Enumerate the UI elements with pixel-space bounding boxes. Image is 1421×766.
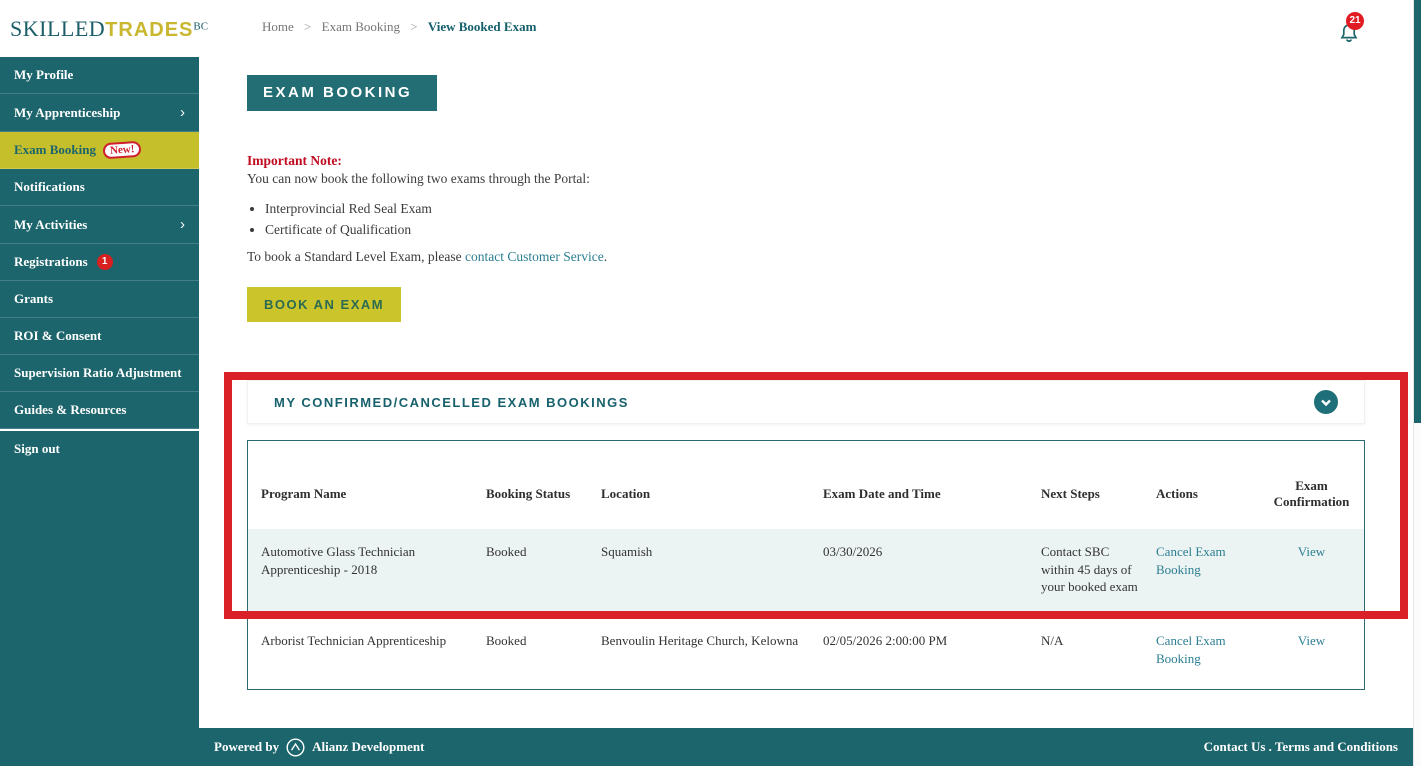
top-bar: SKILLEDTRADESBC Home > Exam Booking > Vi… [0, 0, 1413, 57]
main-content: EXAM BOOKING Important Note: You can now… [199, 57, 1413, 728]
column-header-actions: Actions [1156, 486, 1271, 502]
breadcrumb-separator: > [410, 19, 417, 34]
sidebar-item-roi-consent[interactable]: ROI & Consent [0, 318, 199, 355]
company-name: Alianz Development [312, 739, 424, 755]
scrollbar-thumb[interactable] [1414, 0, 1421, 423]
sidebar-item-notifications[interactable]: Notifications [0, 169, 199, 206]
new-badge: New! [102, 141, 141, 160]
page-title: EXAM BOOKING [247, 75, 437, 111]
exam-types-list: Interprovincial Red Seal Exam Certificat… [265, 201, 432, 243]
important-note-heading: Important Note: [247, 153, 342, 169]
sidebar-item-label: My Apprenticeship [14, 105, 120, 121]
cell-booking-status: Booked [486, 543, 601, 619]
cell-location: Benvoulin Heritage Church, Kelowna [601, 632, 823, 689]
cell-exam-date: 03/30/2026 [823, 543, 1041, 619]
sidebar-item-label: My Activities [14, 217, 87, 233]
sidebar-item-my-profile[interactable]: My Profile [0, 57, 199, 94]
vertical-scrollbar[interactable] [1413, 0, 1421, 766]
view-confirmation-link[interactable]: View [1298, 544, 1325, 559]
chevron-right-icon: › [180, 216, 185, 233]
column-header-exam-date: Exam Date and Time [823, 486, 1041, 502]
important-note-body: You can now book the following two exams… [247, 171, 590, 187]
breadcrumb-home[interactable]: Home [262, 19, 294, 34]
chevron-right-icon: › [180, 104, 185, 121]
cell-booking-status: Booked [486, 632, 601, 689]
view-confirmation-link[interactable]: View [1298, 633, 1325, 648]
sidebar-item-label: Supervision Ratio Adjustment [14, 365, 182, 381]
sidebar-item-my-activities[interactable]: My Activities › [0, 206, 199, 244]
sidebar-item-label: Sign out [14, 441, 60, 457]
powered-by: Powered by Alianz Development [214, 737, 424, 758]
cell-next-steps: Contact SBC within 45 days of your booke… [1041, 543, 1156, 619]
powered-by-label: Powered by [214, 739, 279, 755]
table-row: Arborist Technician Apprenticeship Booke… [248, 619, 1364, 689]
sidebar-item-my-apprenticeship[interactable]: My Apprenticeship › [0, 94, 199, 132]
cell-location: Squamish [601, 543, 823, 619]
registrations-count-badge: 1 [97, 254, 113, 270]
sidebar-item-grants[interactable]: Grants [0, 281, 199, 318]
brand-logo[interactable]: SKILLEDTRADESBC [10, 16, 208, 42]
standard-exam-period: . [604, 249, 607, 264]
collapse-toggle-button[interactable] [1314, 390, 1338, 414]
logo-bc: BC [193, 21, 208, 33]
breadcrumb-current: View Booked Exam [428, 19, 537, 34]
confirmed-bookings-accordion-header[interactable]: MY CONFIRMED/CANCELLED EXAM BOOKINGS [247, 380, 1365, 424]
logo-skilled: SKILLED [10, 16, 105, 41]
book-an-exam-button[interactable]: BOOK AN EXAM [247, 287, 401, 322]
list-item: Interprovincial Red Seal Exam [265, 201, 432, 217]
contact-customer-service-link[interactable]: contact Customer Service [465, 249, 604, 264]
sidebar-item-label: Grants [14, 291, 53, 307]
cell-program-name: Arborist Technician Apprenticeship [261, 632, 486, 689]
cell-next-steps: N/A [1041, 632, 1156, 689]
sidebar-item-label: Exam Booking [14, 142, 96, 158]
sidebar-item-sign-out[interactable]: Sign out [0, 429, 199, 467]
column-header-next-steps: Next Steps [1041, 486, 1156, 502]
sidebar-item-label: Registrations [14, 254, 88, 270]
list-item: Certificate of Qualification [265, 222, 432, 238]
breadcrumb-exam-booking[interactable]: Exam Booking [322, 19, 400, 34]
cancel-exam-booking-link[interactable]: Cancel Exam Booking [1156, 633, 1226, 666]
cell-exam-date: 02/05/2026 2:00:00 PM [823, 632, 1041, 689]
chevron-down-icon [1314, 390, 1338, 414]
sidebar-item-label: My Profile [14, 67, 73, 83]
breadcrumb: Home > Exam Booking > View Booked Exam [262, 19, 536, 35]
alianz-logo-icon [285, 737, 306, 758]
notifications-bell-button[interactable]: 21 [1337, 14, 1371, 50]
bookings-table: Program Name Booking Status Location Exa… [247, 440, 1365, 690]
column-header-location: Location [601, 486, 823, 502]
standard-exam-line: To book a Standard Level Exam, please co… [247, 249, 607, 265]
standard-exam-text: To book a Standard Level Exam, please [247, 249, 465, 264]
sidebar-item-registrations[interactable]: Registrations 1 [0, 244, 199, 281]
sidebar-item-exam-booking[interactable]: Exam Booking New! [0, 132, 199, 169]
breadcrumb-separator: > [304, 19, 311, 34]
notification-count-badge: 21 [1346, 12, 1364, 30]
cell-program-name: Automotive Glass Technician Apprenticesh… [261, 543, 486, 619]
accordion-title: MY CONFIRMED/CANCELLED EXAM BOOKINGS [274, 395, 629, 410]
sidebar-item-label: Notifications [14, 179, 85, 195]
sidebar-item-label: Guides & Resources [14, 402, 126, 418]
sidebar: My Profile My Apprenticeship › Exam Book… [0, 57, 199, 766]
table-row: Automotive Glass Technician Apprenticesh… [248, 529, 1364, 619]
table-header-row: Program Name Booking Status Location Exa… [248, 441, 1364, 529]
sidebar-item-supervision-ratio[interactable]: Supervision Ratio Adjustment [0, 355, 199, 392]
column-header-exam-confirmation: Exam Confirmation [1271, 478, 1364, 510]
footer-links[interactable]: Contact Us . Terms and Conditions [1204, 739, 1398, 755]
cancel-exam-booking-link[interactable]: Cancel Exam Booking [1156, 544, 1226, 577]
column-header-program-name: Program Name [261, 486, 486, 502]
sidebar-item-label: ROI & Consent [14, 328, 101, 344]
column-header-booking-status: Booking Status [486, 486, 601, 502]
sidebar-item-guides-resources[interactable]: Guides & Resources [0, 392, 199, 429]
footer: Powered by Alianz Development Contact Us… [0, 728, 1413, 766]
logo-trades: TRADES [105, 19, 193, 41]
